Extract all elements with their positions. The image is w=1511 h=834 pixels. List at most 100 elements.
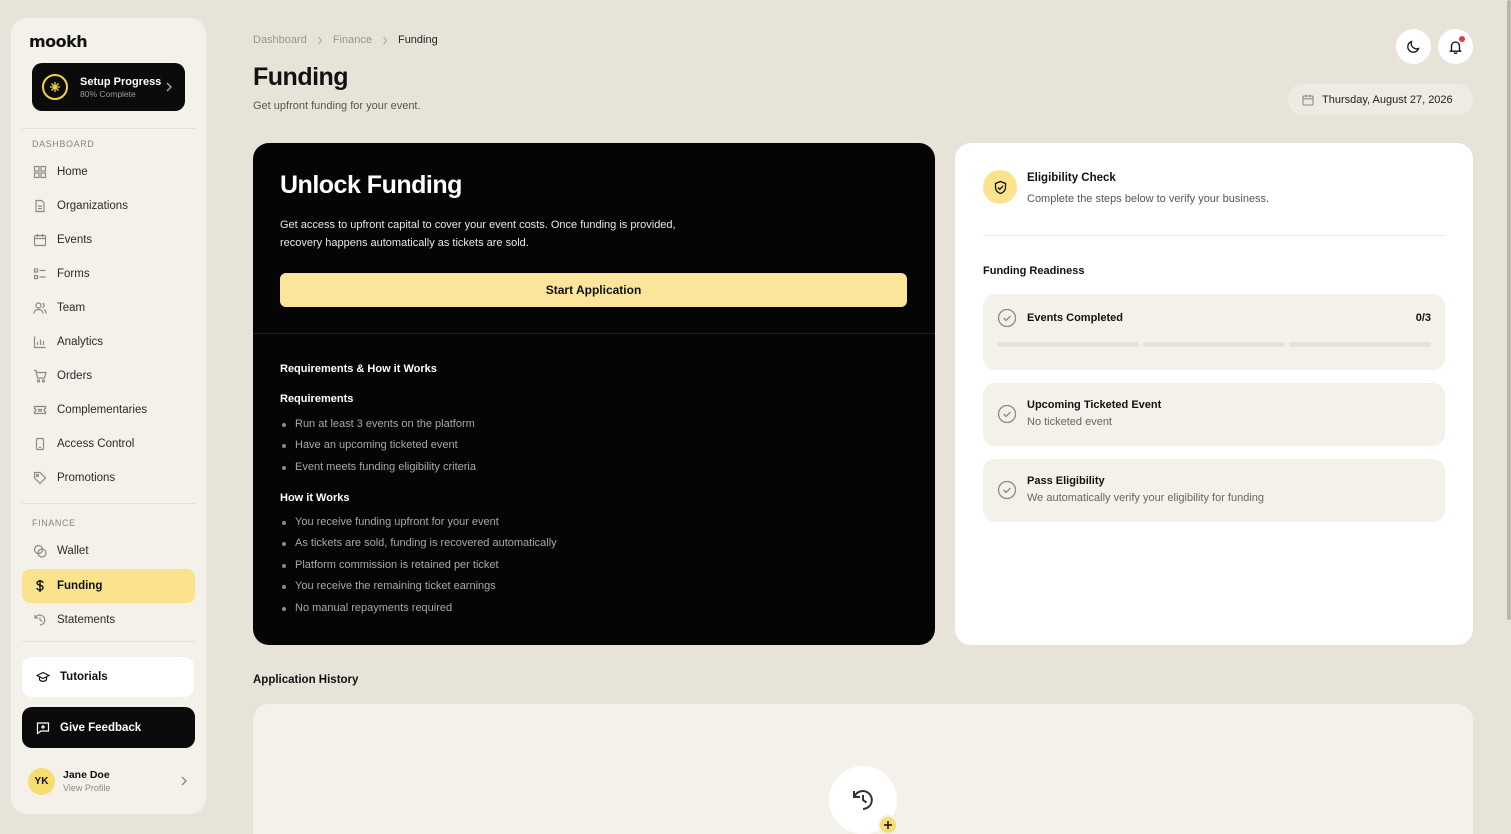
graduation-cap-icon [36, 670, 50, 684]
breadcrumb-finance[interactable]: Finance [333, 34, 372, 46]
coins-icon [33, 544, 47, 558]
sidebar-item-organizations[interactable]: Organizations [22, 189, 195, 223]
sidebar-item-label: Forms [57, 268, 90, 280]
profile-name: Jane Doe [63, 769, 110, 781]
application-history-title: Application History [253, 674, 359, 686]
start-application-button[interactable]: Start Application [280, 273, 907, 307]
ticket-icon [33, 403, 47, 417]
calendar-icon [1302, 94, 1314, 106]
divider [22, 503, 195, 504]
sidebar-item-label: Organizations [57, 200, 128, 212]
sidebar-item-home[interactable]: Home [22, 155, 195, 189]
how-it-works-list: You receive funding upfront for your eve… [282, 512, 557, 619]
progress-segment [997, 342, 1139, 347]
sidebar-item-access-control[interactable]: Access Control [22, 427, 195, 461]
history-icon [33, 613, 47, 627]
sidebar-item-wallet[interactable]: Wallet [22, 534, 195, 568]
shield-check-icon [983, 170, 1017, 204]
check-subtitle: We automatically verify your eligibility… [1027, 492, 1265, 504]
check-upcoming-ticketed-event: Upcoming Ticketed Event No ticketed even… [983, 383, 1445, 446]
divider [22, 128, 195, 129]
theme-toggle-button[interactable] [1396, 29, 1431, 64]
sidebar-item-analytics[interactable]: Analytics [22, 325, 195, 359]
check-circle-icon [997, 480, 1017, 500]
tag-icon [33, 471, 47, 485]
sidebar-item-funding[interactable]: Funding [22, 569, 195, 603]
profile-link-label: View Profile [63, 783, 111, 793]
setup-title: Setup Progress [80, 75, 162, 88]
sidebar-item-label: Wallet [57, 545, 89, 557]
unlock-description: Get access to upfront capital to cover y… [280, 219, 676, 249]
sidebar-item-promotions[interactable]: Promotions [22, 461, 195, 495]
brand-logo[interactable]: mookh [29, 32, 88, 51]
breadcrumb: Dashboard Finance Funding [253, 34, 438, 46]
sidebar-item-team[interactable]: Team [22, 291, 195, 325]
sidebar-item-forms[interactable]: Forms [22, 257, 195, 291]
list-icon [33, 267, 47, 281]
check-title: Upcoming Ticketed Event [1027, 399, 1162, 411]
check-circle-icon [997, 308, 1017, 328]
setup-subtitle: 80% Complete [80, 88, 136, 99]
check-title: Events Completed [1027, 312, 1123, 324]
list-item: You receive the remaining ticket earning… [282, 576, 557, 597]
calendar-icon [33, 233, 47, 247]
events-progress-bar [997, 342, 1431, 347]
users-icon [33, 301, 47, 315]
feedback-label: Give Feedback [60, 721, 142, 734]
breadcrumb-funding: Funding [397, 34, 438, 46]
page-title: Funding [253, 63, 349, 91]
unlock-title: Unlock Funding [280, 171, 462, 199]
requirements-section-title: Requirements & How it Works [280, 363, 437, 375]
sidebar-item-statements[interactable]: Statements [22, 603, 195, 637]
sidebar-item-complementaries[interactable]: Complementaries [22, 393, 195, 427]
tutorials-button[interactable]: Tutorials [22, 657, 194, 697]
sidebar-item-label: Events [57, 234, 93, 246]
unlock-funding-card: Unlock Funding Get access to upfront cap… [253, 143, 935, 645]
funding-readiness-title: Funding Readiness [983, 265, 1085, 277]
eligibility-subtitle: Complete the steps below to verify your … [1027, 193, 1270, 205]
avatar: YK [28, 767, 55, 795]
document-icon [33, 199, 47, 213]
notifications-button[interactable] [1438, 29, 1473, 64]
progress-segment [1143, 342, 1285, 347]
page-subtitle: Get upfront funding for your event. [253, 100, 421, 112]
breadcrumb-dashboard[interactable]: Dashboard [253, 34, 307, 46]
setup-progress-button[interactable]: Setup Progress 80% Complete [32, 63, 185, 111]
chevron-right-icon [317, 36, 323, 45]
sidebar-item-label: Access Control [57, 438, 135, 450]
list-item: Platform commission is retained per tick… [282, 555, 557, 576]
check-subtitle: No ticketed event [1027, 416, 1112, 428]
tutorials-label: Tutorials [60, 671, 108, 683]
current-date: Thursday, August 27, 2026 [1322, 93, 1453, 106]
check-circle-icon [997, 404, 1017, 424]
check-title: Pass Eligibility [1027, 475, 1105, 487]
grid-icon [33, 165, 47, 179]
phone-icon [33, 437, 47, 451]
divider [253, 333, 935, 334]
section-label-dashboard: DASHBOARD [32, 139, 95, 149]
list-item: No manual repayments required [282, 598, 557, 619]
list-item: Run at least 3 events on the platform [282, 414, 476, 435]
date-display: Thursday, August 27, 2026 [1288, 84, 1473, 115]
sidebar-item-label: Promotions [57, 472, 116, 484]
scrollbar[interactable] [1507, 0, 1511, 620]
sidebar-item-label: Funding [57, 580, 103, 592]
plus-icon [878, 815, 898, 834]
sidebar-item-label: Orders [57, 370, 93, 382]
list-item: As tickets are sold, funding is recovere… [282, 533, 557, 554]
sidebar-item-label: Home [57, 166, 88, 178]
sidebar-item-label: Statements [57, 614, 116, 626]
chevron-right-icon [165, 82, 173, 92]
message-icon [36, 721, 50, 735]
sidebar-item-orders[interactable]: Orders [22, 359, 195, 393]
profile-link[interactable]: YK Jane Doe View Profile [28, 763, 188, 799]
sidebar-item-events[interactable]: Events [22, 223, 195, 257]
give-feedback-button[interactable]: Give Feedback [22, 707, 195, 748]
list-item: Have an upcoming ticketed event [282, 435, 476, 456]
section-label-finance: FINANCE [32, 518, 76, 528]
cart-icon [33, 369, 47, 383]
eligibility-card: Eligibility Check Complete the steps bel… [955, 143, 1473, 645]
bar-chart-icon [33, 335, 47, 349]
list-item: You receive funding upfront for your eve… [282, 512, 557, 533]
requirements-list: Run at least 3 events on the platform Ha… [282, 414, 476, 478]
